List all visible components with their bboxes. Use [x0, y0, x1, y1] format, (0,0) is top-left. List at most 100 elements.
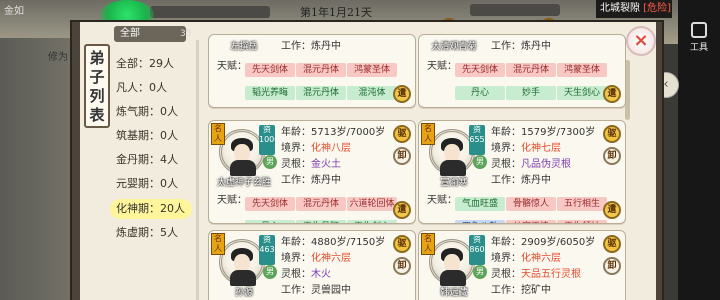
disciple-card[interactable]: 韩远藏 名人 资860 男年龄：2909岁/6050岁 境界：化神六层 灵根：天品五行灵根… [418, 230, 626, 300]
talent-tag[interactable]: 鸿蒙圣体 [557, 63, 607, 77]
talent-tag[interactable]: 混元丹体 [296, 86, 346, 100]
map-location-label[interactable]: 北城裂隙 [危险] [596, 0, 672, 18]
expel-button[interactable]: 驱 [393, 235, 411, 253]
talent-tag[interactable]: 四象八卦 [455, 220, 505, 223]
realm-value: 化神八层 [311, 143, 351, 154]
disciple-card[interactable]: 太虚神子玄胜 名人 资1000 男年龄：5713岁/7000岁 境界：化神八层 灵根：金火… [208, 120, 416, 224]
talent-tag[interactable]: 先天剑体 [455, 63, 505, 77]
disciple-name: 左撰岳 [230, 42, 258, 52]
work-row: 工作：炼丹中 [281, 173, 385, 189]
realm-filter-item[interactable]: 元婴期：0人 [110, 174, 192, 194]
realm-filter-item[interactable]: 筑基期：0人 [110, 126, 192, 146]
dispatch-button[interactable]: 遣 [603, 85, 621, 103]
age-value: 1579岁/7300岁 [521, 127, 596, 138]
gender-badge: 男 [473, 265, 487, 279]
talent-tag[interactable]: 丹心 [455, 86, 505, 100]
aptitude-badge: 资655 [469, 125, 485, 155]
talent-tag[interactable]: 丹心 [245, 220, 295, 223]
talent-tag[interactable]: 混元丹体 [506, 63, 556, 77]
age-row: 年龄：1579岁/7300岁 [491, 125, 595, 141]
root-label: 灵根： [491, 159, 521, 170]
work-value: 炼丹中 [311, 175, 341, 186]
tools-icon [691, 22, 707, 38]
talent-tag[interactable]: 混沌体 [347, 86, 397, 100]
talent-tag[interactable]: 从容不迫 [506, 220, 556, 223]
root-row: 灵根：金火土 [281, 157, 385, 173]
work-value: 炼丹中 [521, 175, 551, 186]
dispatch-button[interactable]: 遣 [393, 201, 411, 219]
root-label: 灵根： [281, 159, 311, 170]
work-row: 工作：炼丹中 [491, 39, 551, 55]
work-row: 工作：炼丹中 [491, 173, 595, 189]
talent-tag[interactable]: 天生丹胚 [296, 220, 346, 223]
disciple-info: 年龄：1579岁/7300岁 境界：化神七层 灵根：凡品伪灵根 工作：炼丹中 [491, 125, 595, 189]
realm-filter-item[interactable]: 凡人：0人 [110, 78, 192, 98]
work-value: 炼丹中 [311, 41, 341, 52]
talent-tag[interactable]: 韬光养晦 [245, 86, 295, 100]
disciple-card[interactable]: 太清观青菊 工作：炼丹中 天赋： 先天剑体 混元丹体 鸿蒙圣体丹心 妙手 天生剑心遣 [418, 34, 626, 108]
talent-tag[interactable]: 天生领袖 [557, 220, 607, 223]
gender-badge: 男 [263, 265, 277, 279]
expel-button[interactable]: 驱 [603, 235, 621, 253]
realm-filter-item[interactable]: 金丹期：4人 [110, 150, 192, 170]
disciple-name: 孙源 [234, 288, 253, 298]
talent-tag[interactable]: 六道轮回体 [347, 197, 397, 211]
root-value: 凡品伪灵根 [521, 159, 571, 170]
unequip-button[interactable]: 卸 [393, 147, 411, 165]
disciple-info: 年龄：2909岁/6050岁 境界：化神六层 灵根：天品五行灵根 工作：挖矿中 [491, 235, 595, 299]
realm-filter-item[interactable]: 炼气期：0人 [110, 102, 192, 122]
dispatch-button[interactable]: 遣 [603, 201, 621, 219]
talent-tag[interactable]: 骨骼惊人 [506, 197, 556, 211]
disciple-card[interactable]: 孙源 名人 资463 男年龄：4880岁/7150岁 境界：化神六层 灵根：木火 工作：灵兽… [208, 230, 416, 300]
talent-tag[interactable]: 混元丹体 [296, 197, 346, 211]
talent-tag[interactable]: 天生剑心 [557, 86, 607, 100]
expel-button[interactable]: 驱 [603, 125, 621, 143]
work-label: 工作： [491, 175, 521, 186]
filter-value: 全部 [120, 28, 140, 39]
work-label: 工作： [281, 285, 311, 296]
talent-tag[interactable]: 先天剑体 [245, 197, 295, 211]
realm-label: 境界： [491, 143, 521, 154]
realm-label: 境界： [281, 143, 311, 154]
filter-dropdown[interactable]: 全部 35 [114, 26, 191, 42]
unequip-button[interactable]: 卸 [603, 257, 621, 275]
disciple-card[interactable]: 宣渝寒 名人 资655 男年龄：1579岁/7300岁 境界：化神七层 灵根：凡品伪灵根工… [418, 120, 626, 224]
system-toolbar: 工具 [678, 0, 720, 300]
talent-label: 天赋： [217, 61, 247, 72]
rank-badge: 名人 [421, 233, 435, 255]
disciple-info: 年龄：4880岁/7150岁 境界：化神六层 灵根：木火 工作：灵兽园中 [281, 235, 385, 299]
filter-count: 35 [180, 29, 192, 39]
talent-grid: 先天剑体 混元丹体 鸿蒙圣体韬光养晦 混元丹体 混沌体 [245, 57, 405, 103]
talent-tag[interactable]: 混元丹体 [296, 63, 346, 77]
disciple-info: 工作：炼丹中 [491, 39, 551, 55]
avatar-body [440, 270, 466, 286]
talent-tag[interactable]: 气血旺盛 [455, 197, 505, 211]
talent-tag[interactable]: 妙手 [506, 86, 556, 100]
realm-filter-item[interactable]: 化神期：20人 [110, 198, 192, 219]
talent-tag[interactable]: 天生剑心 [347, 220, 397, 223]
map-name: 北城裂隙 [600, 3, 640, 14]
realm-label: 境界： [281, 253, 311, 264]
talent-tag[interactable]: 先天剑体 [245, 63, 295, 77]
work-label: 工作： [281, 175, 311, 186]
root-row: 灵根：木火 [281, 267, 385, 283]
disciple-card[interactable]: 左撰岳 工作：炼丹中天赋： 先天剑体 混元丹体 鸿蒙圣体韬光养晦 混元丹体 混沌体遣 [208, 34, 416, 108]
expel-button[interactable]: 驱 [393, 125, 411, 143]
game-date: 第1年1月21天 [300, 6, 372, 19]
work-row: 工作：炼丹中 [281, 39, 341, 55]
talent-tag[interactable]: 鸿蒙圣体 [347, 63, 397, 77]
close-button[interactable]: × [626, 26, 656, 56]
unequip-button[interactable]: 卸 [603, 147, 621, 165]
age-value: 5713岁/7000岁 [311, 127, 386, 138]
dispatch-button[interactable]: 遣 [393, 85, 411, 103]
avatar-body [230, 270, 256, 286]
realm-filter-item[interactable]: 全部：29人 [110, 54, 192, 74]
talent-grid: 先天剑体 混元丹体 鸿蒙圣体丹心 妙手 天生剑心 [455, 57, 615, 103]
age-label: 年龄： [281, 237, 311, 248]
talent-tag[interactable]: 五行相生 [557, 197, 607, 211]
unequip-button[interactable]: 卸 [393, 257, 411, 275]
age-row: 年龄：2909岁/6050岁 [491, 235, 595, 251]
realm-row: 境界：化神八层 [281, 141, 385, 157]
realm-filter-item[interactable]: 炼虚期：5人 [110, 223, 192, 243]
tools-button[interactable]: 工具 [684, 22, 714, 53]
